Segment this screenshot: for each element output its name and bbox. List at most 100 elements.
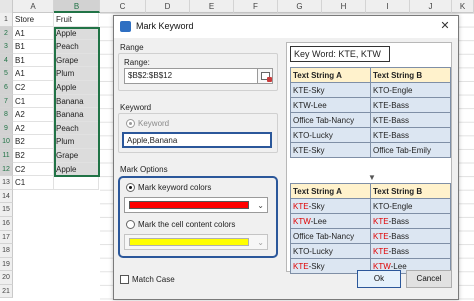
row-header[interactable]: 13 — [0, 176, 13, 190]
cell-store[interactable]: B1 — [13, 40, 54, 54]
cell-store[interactable]: Store — [13, 13, 54, 27]
cell-fruit[interactable]: Plum — [54, 67, 99, 81]
cell-fruit[interactable]: Apple — [54, 80, 99, 95]
preview-column-header: Text String A — [290, 67, 371, 83]
preview-row: KTW-Lee KTE-Bass — [290, 97, 451, 113]
match-case-checkbox[interactable] — [120, 275, 129, 284]
close-button[interactable]: ✕ — [438, 19, 452, 33]
cell-fruit[interactable]: Grape — [54, 53, 99, 68]
preview-cell: KTW-Lee — [290, 213, 371, 229]
row-header[interactable]: 10 — [0, 135, 13, 149]
row-header[interactable]: 5 — [0, 67, 13, 81]
row-header[interactable]: 16 — [0, 216, 13, 231]
preview-cell: KTE-Bass — [370, 213, 451, 229]
column-header[interactable]: F — [234, 0, 278, 13]
cell-store[interactable]: C1 — [13, 94, 54, 109]
preview-cell: Office Tab-Nancy — [290, 112, 371, 128]
preview-column-header: Text String B — [370, 183, 451, 199]
row-header[interactable]: 11 — [0, 148, 13, 163]
keyword-color-dropdown[interactable]: ⌄ — [124, 197, 268, 213]
column-header[interactable]: I — [366, 0, 410, 13]
row-header[interactable]: 7 — [0, 94, 13, 109]
highlighted-keyword: KTE — [373, 246, 389, 256]
range-input[interactable]: $B$2:$B$12 — [124, 68, 258, 84]
row-headers: 1 2 3 4 5 6 7 8 9 10 11 12 13 14 15 16 17 18 19 20 21 — [0, 13, 13, 299]
row-header[interactable]: 1 — [0, 13, 13, 27]
row-header[interactable]: 12 — [0, 162, 13, 177]
column-header[interactable]: D — [146, 0, 190, 13]
row-header[interactable]: 6 — [0, 80, 13, 95]
preview-cell: KTE-Bass — [370, 127, 451, 143]
preview-cell: KTE-Bass — [370, 243, 451, 259]
ok-button[interactable]: Ok — [357, 270, 401, 288]
select-range-button[interactable] — [257, 68, 273, 84]
column-header[interactable]: E — [190, 0, 234, 13]
cell-store[interactable]: B1 — [13, 53, 54, 68]
row-header[interactable]: 8 — [0, 108, 13, 122]
cell-store[interactable]: A1 — [13, 67, 54, 81]
preview-row: KTE-Sky KTO-Engle — [290, 82, 451, 98]
keyword-input[interactable]: Apple,Banana — [122, 132, 272, 148]
cell-color-dropdown[interactable]: ⌄ — [124, 234, 268, 250]
preview-keyword-title: Key Word: KTE, KTW — [290, 46, 390, 62]
column-header[interactable]: C — [100, 0, 146, 13]
column-header[interactable]: G — [278, 0, 322, 13]
cell-fruit[interactable]: Banana — [54, 108, 99, 122]
cancel-button[interactable]: Cancel — [406, 270, 452, 288]
cell-store[interactable]: A2 — [13, 121, 54, 136]
cell-fruit[interactable]: Peach — [54, 121, 99, 136]
column-header[interactable]: J — [410, 0, 452, 13]
cell-store[interactable]: C2 — [13, 162, 54, 177]
mark-keyword-colors-label: Mark keyword colors — [138, 183, 212, 192]
mark-cell-content-radio[interactable] — [126, 220, 135, 229]
select-all-corner[interactable] — [0, 0, 13, 13]
preview-cell: KTW-Lee — [290, 97, 371, 113]
range-group-label: Range — [120, 43, 144, 52]
row-header[interactable]: 9 — [0, 121, 13, 136]
cell-fruit[interactable]: Plum — [54, 135, 99, 149]
cell-fruit[interactable]: Peach — [54, 40, 99, 54]
row-header[interactable]: 17 — [0, 230, 13, 245]
column-header[interactable]: K — [452, 0, 474, 13]
row-header[interactable]: 15 — [0, 203, 13, 217]
row-header[interactable]: 21 — [0, 284, 13, 299]
preview-row: KTE-Sky KTO-Engle — [290, 198, 451, 214]
preview-row: KTO-Lucky KTE-Bass — [290, 127, 451, 143]
chevron-down-icon: ⌄ — [257, 238, 264, 247]
cell-fruit[interactable]: Apple — [54, 26, 99, 41]
row-header[interactable]: 18 — [0, 244, 13, 258]
column-header[interactable]: A — [13, 0, 54, 13]
column-headers: ABCDEFGHIJK — [0, 0, 474, 13]
cell-store[interactable]: C1 — [13, 176, 54, 190]
range-label: Range: — [124, 58, 150, 67]
row-header[interactable]: 4 — [0, 53, 13, 68]
preview-header-row: Text String A Text String B — [290, 67, 451, 83]
cell-fruit[interactable]: Grape — [54, 148, 99, 163]
cell-fruit[interactable]: Fruit — [54, 13, 99, 27]
cell-store[interactable]: B2 — [13, 135, 54, 149]
cell-store[interactable]: A2 — [13, 108, 54, 122]
preview-row: Office Tab-Nancy KTE-Bass — [290, 228, 451, 244]
row-header[interactable]: 2 — [0, 26, 13, 41]
cell-remainder: -Lee — [310, 216, 327, 226]
cell-fruit[interactable]: Banana — [54, 94, 99, 109]
column-header[interactable]: B — [54, 0, 100, 13]
cell-store[interactable]: C2 — [13, 80, 54, 95]
down-arrow-icon: ▼ — [368, 173, 376, 182]
row-header[interactable]: 14 — [0, 189, 13, 204]
cell-store[interactable]: A1 — [13, 26, 54, 41]
row-header[interactable]: 20 — [0, 271, 13, 285]
row-header[interactable]: 19 — [0, 257, 13, 272]
mark-keyword-colors-radio[interactable] — [126, 183, 135, 192]
column-header[interactable]: H — [322, 0, 366, 13]
cell-fruit[interactable]: Apple — [54, 162, 99, 177]
cell-store[interactable]: B2 — [13, 148, 54, 163]
dialog-title: Mark Keyword — [136, 21, 194, 31]
row-header[interactable]: 3 — [0, 40, 13, 54]
preview-cell: KTE-Bass — [370, 112, 451, 128]
cell-fruit[interactable] — [54, 176, 99, 190]
preview-row: KTE-Sky Office Tab-Emily — [290, 142, 451, 158]
keyword-radio[interactable] — [126, 119, 135, 128]
preview-row: KTW-Lee KTE-Bass — [290, 213, 451, 229]
preview-cell: KTE-Sky — [290, 82, 371, 98]
